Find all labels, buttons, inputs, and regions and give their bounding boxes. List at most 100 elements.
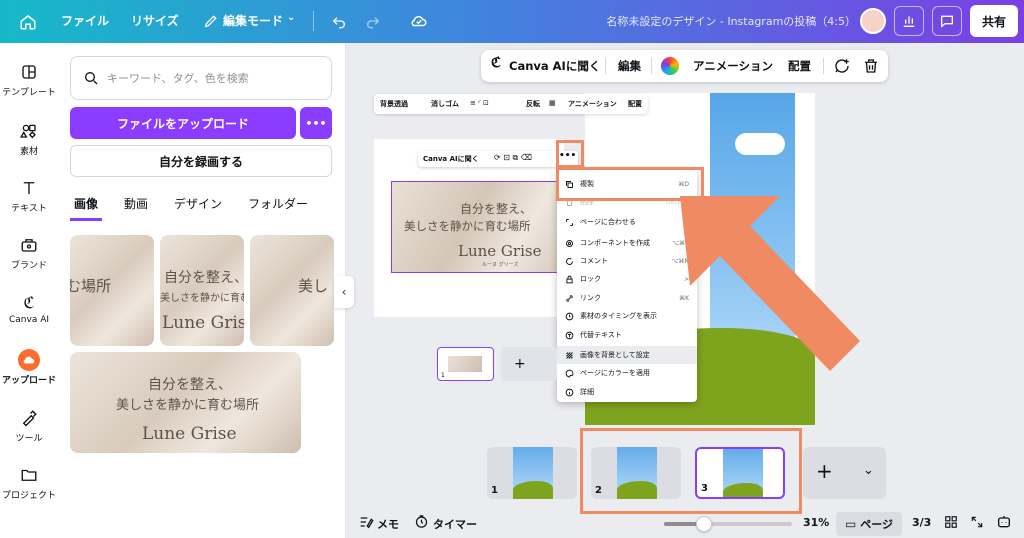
redo-button[interactable] — [360, 8, 386, 34]
lines-icon: ≡ ◜ ⊡ — [470, 99, 489, 107]
tab-designs[interactable]: デザイン — [170, 195, 226, 221]
tab-images[interactable]: 画像 — [70, 195, 103, 221]
page-thumb-active[interactable]: 3 — [695, 447, 785, 499]
animation-button[interactable]: アニメーション — [693, 58, 773, 74]
timer-icon — [414, 514, 429, 532]
uploaded-image-thumb[interactable]: む場所 — [70, 235, 154, 346]
edit-button[interactable]: 編集 — [618, 58, 641, 74]
resize-menu[interactable]: リサイズ — [131, 12, 179, 29]
page-thumb[interactable]: 2 — [591, 447, 681, 499]
home-button[interactable] — [14, 8, 42, 36]
canva-ai-icon: ℭ — [491, 55, 501, 71]
uploaded-image-thumb[interactable]: 自分を整え、 美しさを静かに育む場所 Lune Grise — [70, 352, 301, 453]
timer-button[interactable]: タイマー — [433, 516, 477, 532]
folder-icon — [18, 464, 40, 486]
notes-button[interactable]: メモ — [377, 516, 399, 532]
color-wheel-icon[interactable] — [661, 57, 679, 75]
page-count: 3/3 — [912, 516, 932, 529]
document-title[interactable]: 名称未設定のデザイン - Instagramの投稿（4:5） — [606, 13, 856, 29]
ask-canva-ai-button[interactable]: Canva AIに聞く — [509, 58, 600, 74]
palette-icon — [564, 368, 574, 378]
insights-button[interactable] — [894, 6, 924, 36]
elements-icon — [18, 120, 40, 142]
plus-icon: + — [816, 459, 833, 483]
screenshot-context-toolbar: Canva AIに聞く ⟳ ⊡ ⧉ ⌫ — [418, 151, 578, 167]
search-icon — [85, 72, 98, 85]
rail-item-canva-ai[interactable]: ℭ Canva AI — [0, 291, 58, 326]
template-icon — [18, 61, 40, 83]
collapse-panel-button[interactable]: ‹ — [334, 276, 354, 308]
zoom-slider[interactable] — [664, 516, 792, 532]
upload-icon — [18, 349, 40, 371]
edit-mode-menu[interactable]: 編集モード — [223, 12, 283, 29]
add-comment-icon[interactable] — [833, 57, 851, 78]
uploaded-image-thumb[interactable]: 美し — [250, 235, 334, 346]
rail-item-text[interactable]: テキスト — [0, 177, 58, 214]
upload-tabs: 画像 動画 デザイン フォルダー — [70, 195, 330, 221]
chevron-down-icon[interactable]: ⌄ — [863, 463, 874, 478]
page-thumb[interactable]: 1 — [487, 447, 577, 499]
bar-chart-icon — [903, 16, 915, 27]
context-toolbar: ℭ Canva AIに聞く 編集 アニメーション 配置 — [481, 50, 888, 82]
rail-item-templates[interactable]: テンプレート — [0, 61, 58, 98]
more-options-button[interactable]: ••• — [300, 107, 332, 139]
cloud-image — [735, 133, 785, 155]
upload-panel: ファイルをアップロード ••• 自分を録画する 画像 動画 デザイン フォルダー… — [58, 43, 346, 538]
accessibility-icon — [564, 330, 574, 340]
brand-icon — [18, 234, 40, 256]
tab-folders[interactable]: フォルダー — [244, 195, 312, 221]
left-rail: テンプレート 素材 テキスト ブランド ℭ Canva AI アップロード ツー… — [0, 43, 58, 538]
cloud-save-button[interactable] — [406, 8, 432, 34]
divider — [605, 58, 606, 74]
chevron-left-icon: ‹ — [341, 285, 347, 299]
tab-videos[interactable]: 動画 — [120, 195, 152, 221]
pointer-arrow-icon — [680, 196, 860, 371]
trash-icon[interactable] — [862, 57, 880, 78]
arrange-button[interactable]: 配置 — [788, 58, 811, 74]
redo-icon — [367, 17, 380, 29]
search-box[interactable] — [70, 56, 332, 100]
assistant-icon[interactable] — [996, 514, 1012, 533]
screenshot-add-page: + — [501, 347, 557, 381]
avatar[interactable] — [860, 8, 886, 34]
screenshot-page-thumb: 1 — [437, 347, 494, 381]
home-icon — [20, 15, 36, 30]
divider — [651, 58, 652, 74]
page-view-button[interactable]: ▭ ページ — [836, 512, 902, 536]
screenshot-ctx-icons: ⟳ ⊡ ⧉ ⌫ — [494, 153, 533, 162]
rail-item-tools[interactable]: ツール — [0, 407, 58, 444]
notes-icon — [358, 514, 374, 533]
rail-item-projects[interactable]: プロジェクト — [0, 464, 58, 501]
edit-mode-pencil-icon — [198, 8, 224, 34]
background-pattern-icon — [564, 350, 574, 360]
link-icon — [564, 293, 574, 303]
info-icon — [564, 387, 574, 397]
text-icon — [18, 177, 40, 199]
comment-button[interactable] — [932, 6, 962, 36]
canva-ai-icon: ℭ — [23, 292, 35, 312]
file-menu[interactable]: ファイル — [61, 12, 109, 29]
chevron-down-icon[interactable]: ⌄ — [287, 12, 295, 23]
add-page-button[interactable]: + ⌄ — [803, 447, 886, 499]
cloud-check-icon — [411, 15, 427, 27]
uploaded-image-thumb[interactable]: 自分を整え、 美しさを静かに育む Lune Grise — [160, 235, 244, 346]
transparency-icon: ▦ — [549, 99, 556, 107]
share-button[interactable]: 共有 — [970, 5, 1018, 37]
clock-icon — [564, 311, 574, 321]
search-input[interactable] — [107, 71, 307, 85]
component-icon — [564, 238, 574, 248]
rail-item-upload[interactable]: アップロード — [0, 349, 58, 386]
upload-file-button[interactable]: ファイルをアップロード — [70, 107, 296, 139]
grid-view-icon[interactable] — [944, 515, 958, 532]
fullscreen-icon[interactable] — [970, 515, 984, 532]
more-dots-icon: ••• — [559, 151, 577, 161]
page-view-icon: ▭ — [844, 517, 857, 531]
rail-item-elements[interactable]: 素材 — [0, 120, 58, 157]
zoom-slider-handle[interactable] — [695, 516, 712, 532]
record-yourself-button[interactable]: 自分を録画する — [70, 145, 332, 177]
zoom-level[interactable]: 31% — [803, 516, 829, 529]
divider — [823, 58, 824, 74]
undo-button[interactable] — [326, 8, 352, 34]
rail-item-brand[interactable]: ブランド — [0, 234, 58, 271]
tools-icon — [18, 407, 40, 429]
